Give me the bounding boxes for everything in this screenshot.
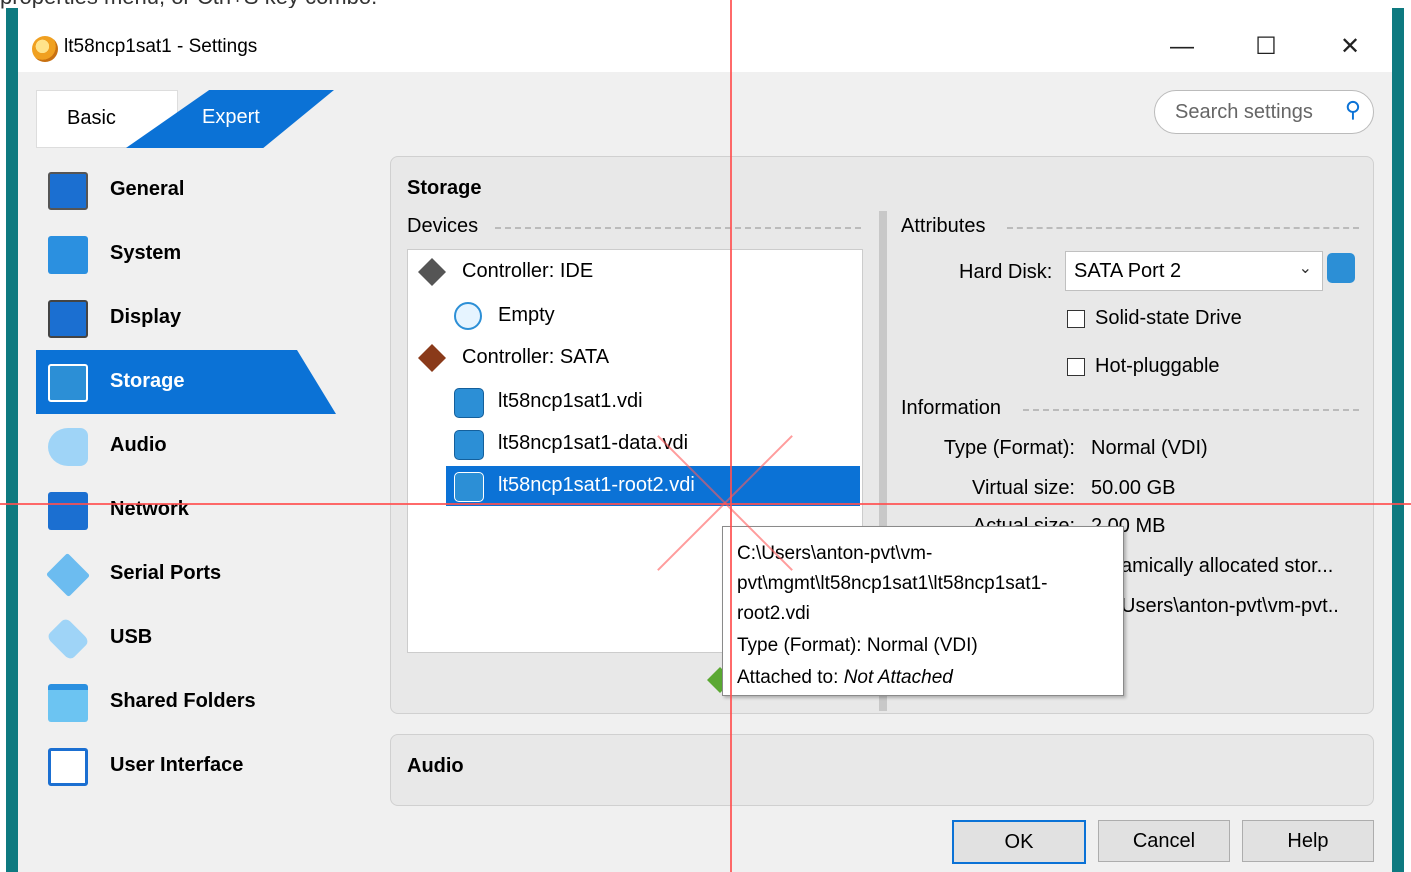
cancel-button[interactable]: Cancel xyxy=(1098,820,1230,862)
storage-title: Storage xyxy=(407,177,482,199)
usb-icon xyxy=(46,617,90,661)
tree-item-empty[interactable]: Empty xyxy=(454,300,854,334)
mode-tabs: Basic Expert xyxy=(36,90,336,148)
chevron-down-icon: ⌄ xyxy=(1298,260,1312,277)
settings-window: lt58ncp1sat1 - Settings — ☐ ✕ Basic Expe… xyxy=(6,8,1404,872)
info-location-value: Users\anton-pvt\vm-pvt.. xyxy=(1121,595,1339,617)
attributes-divider xyxy=(1007,227,1359,229)
audio-icon xyxy=(48,428,88,466)
close-button[interactable]: ✕ xyxy=(1330,32,1370,62)
sidebar-item-display[interactable]: Display xyxy=(36,286,336,350)
tree-item-disk-1[interactable]: lt58ncp1sat1.vdi xyxy=(454,386,854,420)
sidebar-item-system[interactable]: System xyxy=(36,222,336,286)
tree-item-label: Controller: IDE xyxy=(462,260,594,282)
tree-controller-sata[interactable]: Controller: SATA xyxy=(418,342,858,376)
sidebar-item-audio[interactable]: Audio xyxy=(36,414,336,478)
info-key: Virtual size: xyxy=(971,477,1075,499)
checkbox-box xyxy=(1067,358,1085,376)
tree-item-label: lt58ncp1sat1-root2.vdi xyxy=(498,474,695,496)
tab-basic-label: Basic xyxy=(67,107,116,129)
info-value: 50.00 GB xyxy=(1091,477,1176,499)
tooltip-path-line-3: root2.vdi xyxy=(737,603,810,624)
title-bar: lt58ncp1sat1 - Settings — ☐ ✕ xyxy=(18,8,1392,72)
optical-disk-icon xyxy=(454,302,482,330)
sidebar-item-label: System xyxy=(110,242,182,264)
choose-disk-button[interactable] xyxy=(1327,253,1355,283)
sidebar-item-network[interactable]: Network xyxy=(36,478,336,542)
serial-ports-icon xyxy=(45,552,91,598)
controller-icon xyxy=(418,344,446,372)
audio-panel: Audio xyxy=(390,734,1374,806)
solid-state-label: Solid-state Drive xyxy=(1095,307,1242,329)
shared-folders-icon xyxy=(48,684,88,722)
sidebar-item-label: Network xyxy=(110,498,189,520)
tooltip-attached: Attached to: Not Attached xyxy=(737,667,953,689)
hard-disk-icon xyxy=(454,430,484,460)
ok-button[interactable]: OK xyxy=(952,820,1086,864)
disk-tooltip: C:\Users\anton-pvt\vm- pvt\mgmt\lt58ncp1… xyxy=(722,526,1124,696)
tooltip-type: Type (Format): Normal (VDI) xyxy=(737,635,978,656)
tree-item-label: lt58ncp1sat1.vdi xyxy=(498,390,643,412)
sidebar-item-user-interface[interactable]: User Interface xyxy=(36,734,336,798)
tooltip-path-line-2: pvt\mgmt\lt58ncp1sat1\lt58ncp1sat1- xyxy=(737,573,1048,594)
window-title: lt58ncp1sat1 - Settings xyxy=(64,36,258,57)
window-client: lt58ncp1sat1 - Settings — ☐ ✕ Basic Expe… xyxy=(18,8,1392,872)
sidebar-item-general[interactable]: General xyxy=(36,158,336,222)
info-key: Type (Format): xyxy=(943,437,1075,459)
search-icon: ⚲ xyxy=(1344,97,1361,122)
tab-expert-label: Expert xyxy=(202,106,260,128)
information-divider xyxy=(1023,409,1359,411)
sidebar-item-label: Display xyxy=(110,306,182,328)
maximize-button[interactable]: ☐ xyxy=(1246,32,1286,62)
tooltip-attached-key: Attached to: xyxy=(737,667,844,688)
hard-disk-icon xyxy=(454,388,484,418)
network-icon xyxy=(48,492,88,530)
sidebar-item-label: User Interface xyxy=(110,754,244,776)
display-icon xyxy=(48,300,88,338)
hard-disk-icon xyxy=(454,472,484,502)
storage-icon xyxy=(48,364,88,402)
sidebar: General System Display Storage Audio Net… xyxy=(36,158,336,798)
help-button[interactable]: Help xyxy=(1242,820,1374,862)
tree-controller-ide[interactable]: Controller: IDE xyxy=(418,256,858,290)
tooltip-attached-value: Not Attached xyxy=(843,667,953,688)
sidebar-item-label: Audio xyxy=(110,434,167,456)
attributes-label: Attributes xyxy=(901,215,986,237)
controller-icon xyxy=(418,258,446,286)
tree-item-label: Controller: SATA xyxy=(462,346,610,368)
sidebar-item-storage[interactable]: Storage xyxy=(36,350,336,414)
devices-label: Devices xyxy=(407,215,479,237)
general-icon xyxy=(48,172,88,210)
sidebar-item-label: USB xyxy=(110,626,153,648)
hard-disk-value: SATA Port 2 xyxy=(1074,260,1182,282)
sidebar-item-label: Shared Folders xyxy=(110,690,256,712)
crosshair-vertical xyxy=(730,0,732,872)
sidebar-item-label: Serial Ports xyxy=(110,562,222,584)
hard-disk-select[interactable]: SATA Port 2 ⌄ xyxy=(1065,251,1323,291)
minimize-button[interactable]: — xyxy=(1162,32,1202,62)
sidebar-item-serial-ports[interactable]: Serial Ports xyxy=(36,542,336,606)
sidebar-item-usb[interactable]: USB xyxy=(36,606,336,670)
search-placeholder: Search settings xyxy=(1175,101,1313,123)
user-interface-icon xyxy=(48,748,88,786)
checkbox-box xyxy=(1067,310,1085,328)
sidebar-item-label: Storage xyxy=(110,370,185,392)
information-label: Information xyxy=(901,397,1002,419)
sidebar-item-label: General xyxy=(110,178,185,200)
hard-disk-label: Hard Disk: xyxy=(959,261,1053,283)
search-input[interactable]: Search settings ⚲ xyxy=(1154,90,1374,134)
hot-pluggable-label: Hot-pluggable xyxy=(1095,355,1220,377)
audio-title: Audio xyxy=(407,755,464,777)
info-value: Normal (VDI) xyxy=(1091,437,1208,459)
devices-divider xyxy=(495,227,861,229)
info-details-value: amically allocated stor... xyxy=(1121,555,1334,577)
sidebar-item-shared-folders[interactable]: Shared Folders xyxy=(36,670,336,734)
system-icon xyxy=(48,236,88,274)
app-icon xyxy=(32,36,58,62)
crosshair-horizontal xyxy=(0,503,1411,505)
tree-item-label: Empty xyxy=(498,304,555,326)
